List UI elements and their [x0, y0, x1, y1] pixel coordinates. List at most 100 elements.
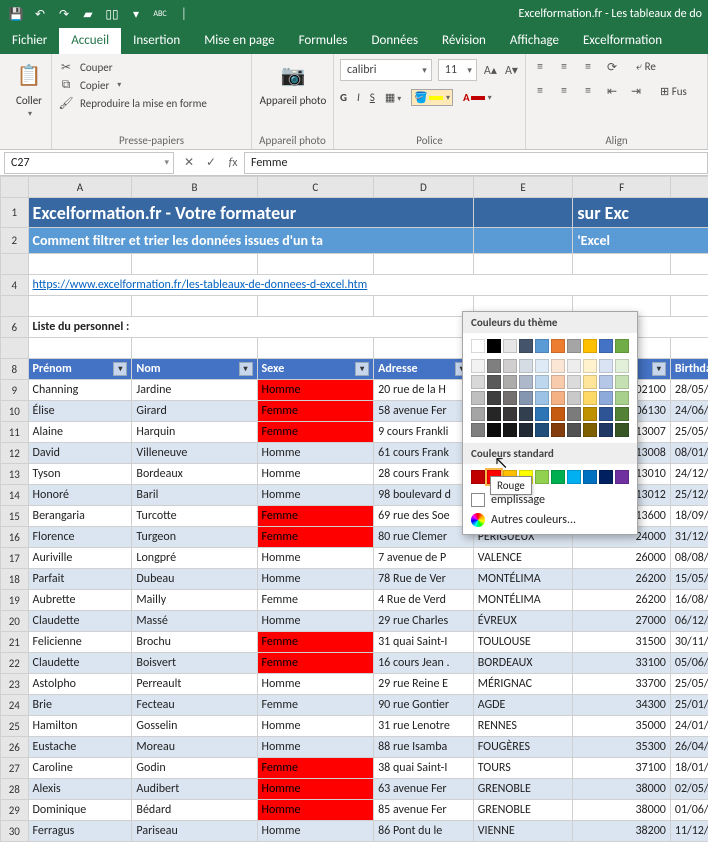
cell[interactable]: 06/12/199: [670, 611, 708, 632]
cell[interactable]: FOUGÈRES: [473, 737, 573, 758]
cut-button[interactable]: ✂Couper: [58, 58, 245, 76]
cell[interactable]: Baril: [132, 485, 257, 506]
cell[interactable]: Femme: [257, 695, 374, 716]
cell[interactable]: Birthday: [670, 359, 708, 380]
cell[interactable]: Aubrette: [28, 590, 132, 611]
color-swatch[interactable]: [471, 407, 485, 421]
color-swatch[interactable]: [471, 375, 485, 389]
cell[interactable]: 38200: [573, 821, 671, 842]
cell[interactable]: 37100: [573, 758, 671, 779]
cell[interactable]: 31 quai Saint-I: [374, 632, 474, 653]
row-header[interactable]: 25: [1, 716, 29, 737]
color-swatch[interactable]: [615, 359, 629, 373]
cell[interactable]: 01/06/196: [670, 800, 708, 821]
cell[interactable]: Channing: [28, 380, 132, 401]
cell[interactable]: 05/06/196: [670, 653, 708, 674]
tab-review[interactable]: Révision: [430, 28, 498, 54]
cell[interactable]: 38 quai Saint-I: [374, 758, 474, 779]
cell[interactable]: 25/05/198: [670, 422, 708, 443]
cell[interactable]: 61 cours Frank: [374, 443, 474, 464]
cell[interactable]: 25/05/196: [670, 674, 708, 695]
color-swatch[interactable]: [599, 359, 613, 373]
color-swatch[interactable]: [487, 407, 501, 421]
cell[interactable]: 15/05/198: [670, 569, 708, 590]
cell[interactable]: 20 rue de la H: [374, 380, 474, 401]
merge-button[interactable]: ⊞ Fus: [660, 85, 687, 98]
row-header[interactable]: 27: [1, 758, 29, 779]
cell[interactable]: Comment filtrer et trier les données iss…: [28, 228, 473, 254]
cell[interactable]: Honoré: [28, 485, 132, 506]
accept-formula-icon[interactable]: ✓: [200, 155, 222, 170]
cell[interactable]: Bordeaux: [132, 464, 257, 485]
cancel-formula-icon[interactable]: ✕: [178, 155, 200, 170]
cell[interactable]: Gosselin: [132, 716, 257, 737]
color-swatch[interactable]: [583, 359, 597, 373]
cell[interactable]: MÉRIGNAC: [473, 674, 573, 695]
color-swatch[interactable]: [487, 359, 501, 373]
align-left-icon[interactable]: ≡: [532, 83, 548, 99]
color-swatch[interactable]: [615, 407, 629, 421]
color-swatch[interactable]: [471, 423, 485, 437]
cell[interactable]: Femme: [257, 401, 374, 422]
color-swatch[interactable]: [535, 423, 549, 437]
cell[interactable]: 35000: [573, 716, 671, 737]
cell[interactable]: 98 boulevard d: [374, 485, 474, 506]
cell[interactable]: VIENNE: [473, 821, 573, 842]
redo-icon[interactable]: ↷: [54, 4, 74, 24]
cell[interactable]: Dubeau: [132, 569, 257, 590]
cell[interactable]: 08/01/197: [670, 443, 708, 464]
color-swatch[interactable]: [551, 375, 565, 389]
row-header[interactable]: 17: [1, 548, 29, 569]
tab-view[interactable]: Affichage: [498, 28, 571, 54]
cell[interactable]: MONTÉLIMA: [473, 590, 573, 611]
italic-button[interactable]: I: [357, 91, 360, 104]
cell[interactable]: 26000: [573, 548, 671, 569]
cell[interactable]: Adresse: [374, 359, 474, 380]
color-swatch[interactable]: [583, 339, 597, 353]
color-swatch[interactable]: [583, 391, 597, 405]
cell[interactable]: Brie: [28, 695, 132, 716]
cell[interactable]: [573, 254, 671, 275]
row-header[interactable]: 9: [1, 380, 29, 401]
col-header-E[interactable]: E: [473, 177, 573, 198]
col-header-G[interactable]: G: [670, 177, 708, 198]
color-swatch[interactable]: [583, 375, 597, 389]
cell[interactable]: Femme: [257, 632, 374, 653]
cell[interactable]: 28/05/198: [670, 380, 708, 401]
cell[interactable]: GRENOBLE: [473, 779, 573, 800]
color-swatch[interactable]: [535, 407, 549, 421]
decrease-font-icon[interactable]: A▾: [504, 62, 519, 78]
cell[interactable]: 7 avenue de P: [374, 548, 474, 569]
color-swatch[interactable]: [551, 359, 565, 373]
row-header[interactable]: 4: [1, 275, 29, 296]
cell[interactable]: 29 rue Reine E: [374, 674, 474, 695]
cell[interactable]: 02/05/197: [670, 779, 708, 800]
cell[interactable]: AGDE: [473, 695, 573, 716]
cell[interactable]: 29 rue Charles: [374, 611, 474, 632]
cell[interactable]: 35300: [573, 737, 671, 758]
cell[interactable]: Dominique: [28, 800, 132, 821]
cell[interactable]: Femme: [257, 758, 374, 779]
row-header[interactable]: 14: [1, 485, 29, 506]
color-swatch[interactable]: [583, 470, 597, 484]
color-swatch[interactable]: [519, 391, 533, 405]
color-swatch[interactable]: [535, 359, 549, 373]
camera-button[interactable]: 📷 Appareil photo: [258, 58, 328, 107]
cell[interactable]: 18/09/196: [670, 506, 708, 527]
cell[interactable]: [374, 296, 474, 317]
cell[interactable]: Homme: [257, 716, 374, 737]
color-swatch[interactable]: [503, 407, 517, 421]
paste-button[interactable]: 📋 Coller ▾: [6, 58, 52, 119]
cell[interactable]: Homme: [257, 611, 374, 632]
cell[interactable]: [670, 296, 708, 317]
row-header[interactable]: [1, 296, 29, 317]
cell[interactable]: [28, 338, 132, 359]
cell[interactable]: 'Excel: [573, 228, 708, 254]
cell[interactable]: Femme: [257, 653, 374, 674]
cell[interactable]: [28, 254, 132, 275]
cell[interactable]: ÉVREUX: [473, 611, 573, 632]
fill-color-button[interactable]: 🪣▾: [411, 89, 453, 106]
cell[interactable]: TOULOUSE: [473, 632, 573, 653]
row-header[interactable]: 26: [1, 737, 29, 758]
cell[interactable]: 85 avenue Fer: [374, 800, 474, 821]
